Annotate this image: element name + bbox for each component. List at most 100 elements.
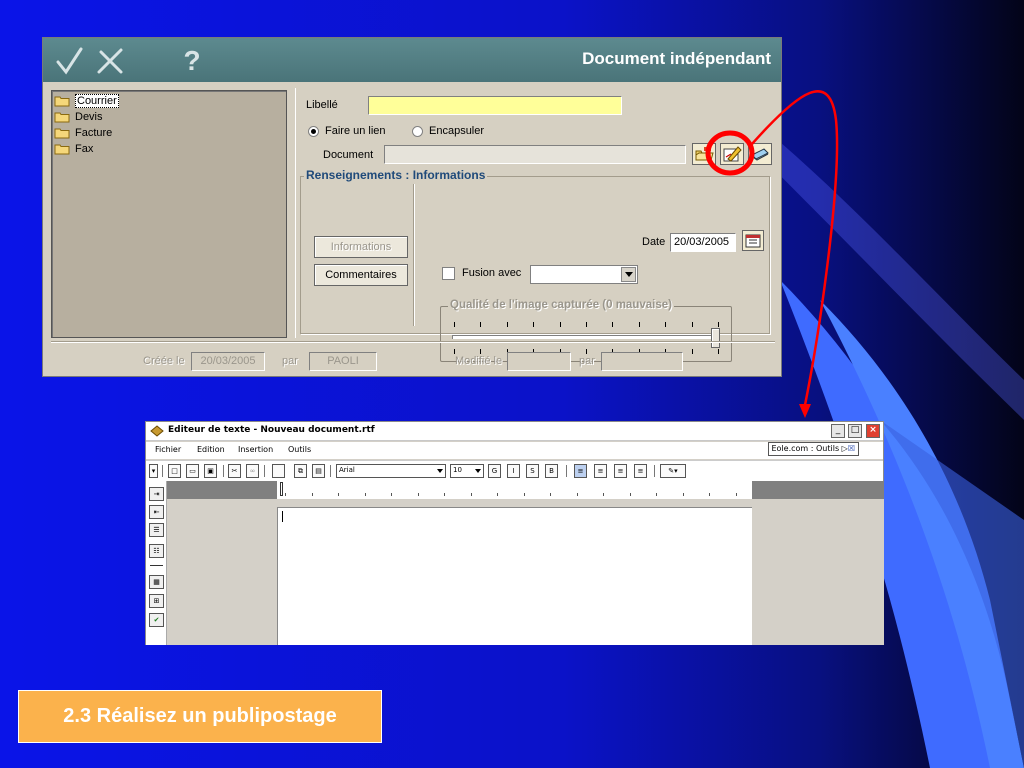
ok-button[interactable]	[53, 44, 87, 78]
fusion-select[interactable]	[530, 265, 638, 284]
paste-icon[interactable]: ▤	[312, 464, 325, 478]
cree-le-field: 20/03/2005	[191, 352, 265, 371]
close-button[interactable]: ×	[866, 424, 880, 438]
toolbar-menu-icon[interactable]: ▾	[149, 464, 158, 478]
align-justify-icon[interactable]: ≡	[634, 464, 647, 478]
new-document-icon[interactable]: □	[168, 464, 181, 478]
chevron-down-icon	[475, 469, 481, 473]
slider-track	[452, 335, 720, 339]
folder-item-label: Devis	[75, 111, 103, 123]
folder-item[interactable]: Fax	[54, 141, 286, 157]
dialog-titlebar: ? Document indépendant	[43, 38, 781, 82]
libelle-field[interactable]	[368, 96, 622, 115]
align-center-icon[interactable]: ≡	[594, 464, 607, 478]
commentaires-button[interactable]: Commentaires	[314, 264, 408, 286]
folder-item[interactable]: Courrier	[54, 93, 286, 109]
eole-outils-button[interactable]: Eole.com : Outils ▷☒	[767, 442, 859, 456]
folder-item-label: Courrier	[75, 94, 119, 108]
align-left-icon[interactable]: ≡	[574, 464, 587, 478]
cross-icon	[97, 48, 123, 74]
strike-button[interactable]: B	[545, 464, 558, 478]
text-editor-window: Editeur de texte - Nouveau document.rtf …	[145, 421, 884, 645]
italic-button[interactable]: I	[507, 464, 520, 478]
maximize-button[interactable]: □	[848, 424, 862, 438]
eole-outils-label: Eole.com : Outils	[771, 444, 840, 453]
slider-tick	[559, 322, 561, 327]
open-icon[interactable]: ▭	[186, 464, 199, 478]
slide-caption: 2.3 Réalisez un publipostage	[18, 690, 382, 743]
document-form: Libellé Faire un lien Encapsuler Documen…	[295, 88, 775, 362]
scanner-icon	[751, 148, 769, 161]
ruler-tick	[682, 493, 684, 496]
date-field[interactable]: 20/03/2005	[670, 233, 736, 252]
folder-item[interactable]: Facture	[54, 125, 286, 141]
edit-document-button[interactable]	[720, 143, 744, 165]
editor-page[interactable]	[277, 507, 752, 645]
date-label: Date	[642, 236, 666, 248]
cancel-button[interactable]	[93, 44, 127, 78]
radio-faire-un-lien[interactable]	[308, 126, 319, 137]
ruler-tick	[603, 493, 604, 496]
fusion-checkbox[interactable]	[442, 267, 455, 280]
ruler-tick	[444, 493, 445, 496]
size-select-value: 10	[453, 466, 462, 474]
validate-icon[interactable]: ✔	[149, 613, 164, 627]
align-right-icon[interactable]: ≡	[614, 464, 627, 478]
folder-item[interactable]: Devis	[54, 109, 286, 125]
editor-app-icon	[150, 425, 164, 437]
editor-title: Editeur de texte - Nouveau document.rtf	[168, 425, 375, 435]
ruler-tick	[576, 493, 578, 496]
slider-tick	[454, 322, 455, 327]
document-label: Document	[323, 149, 374, 161]
radio-encapsuler[interactable]	[412, 126, 423, 137]
numbered-list-icon[interactable]: ☰	[149, 523, 164, 537]
cut-icon[interactable]: ✂	[228, 464, 241, 478]
fusion-select-value	[531, 272, 534, 284]
minimize-button[interactable]: _	[831, 424, 845, 438]
insert-image-icon[interactable]: ▦	[149, 575, 164, 589]
modifie-le-field	[507, 352, 571, 371]
ruler	[277, 481, 752, 499]
checkmark-icon	[56, 47, 83, 75]
libelle-label: Libellé	[306, 99, 338, 111]
outdent-icon[interactable]: ⇤	[149, 505, 164, 519]
font-select[interactable]: Arial	[336, 464, 446, 478]
folder-icon	[54, 112, 70, 123]
bullet-list-icon[interactable]: ☷	[149, 544, 164, 558]
size-select[interactable]: 10	[450, 464, 484, 478]
ruler-indent-marker[interactable]	[280, 482, 283, 496]
bold-button[interactable]: G	[488, 464, 501, 478]
help-button[interactable]: ?	[175, 44, 209, 78]
text-color-icon[interactable]: ✎▾	[660, 464, 686, 478]
save-icon[interactable]: ▣	[204, 464, 217, 478]
cree-le-label: Créée le	[143, 355, 185, 367]
document-field[interactable]	[384, 145, 686, 164]
menu-outils[interactable]: Outils	[288, 445, 311, 454]
slider-tick	[533, 322, 535, 327]
scan-document-button[interactable]	[748, 143, 772, 165]
menu-fichier[interactable]: Fichier	[155, 445, 181, 454]
open-file-button[interactable]	[692, 143, 716, 165]
editor-toolbar: ▾ □ ▭ ▣ ✂ ∞ ⧉ ▤ Arial 10 G I S B ≡ ≡ ≡ ≡…	[146, 460, 883, 481]
underline-button[interactable]: S	[526, 464, 539, 478]
informations-button[interactable]: Informations	[314, 236, 408, 258]
menu-insertion[interactable]: Insertion	[238, 445, 273, 454]
par-label-2: par	[579, 355, 595, 367]
table-icon[interactable]: ⊞	[149, 594, 164, 608]
blank-icon[interactable]	[272, 464, 285, 478]
find-icon[interactable]: ∞	[246, 464, 259, 478]
slider-tick	[586, 322, 587, 327]
calendar-button[interactable]	[742, 230, 764, 251]
ruler-tick	[311, 493, 313, 496]
slider-tick	[612, 322, 614, 327]
fusion-label: Fusion avec	[462, 267, 522, 279]
menu-edition[interactable]: Edition	[197, 445, 225, 454]
ruler-tick	[497, 493, 498, 496]
indent-icon[interactable]: ⇥	[149, 487, 164, 501]
editor-menubar: Fichier Edition Insertion Outils Eole.co…	[146, 442, 883, 459]
copy-icon[interactable]: ⧉	[294, 464, 307, 478]
document-dialog: ? Document indépendant Courrier Devis Fact…	[42, 37, 782, 377]
slider-tick	[718, 322, 719, 327]
slider-tick	[665, 322, 667, 327]
ruler-tick	[523, 493, 525, 496]
